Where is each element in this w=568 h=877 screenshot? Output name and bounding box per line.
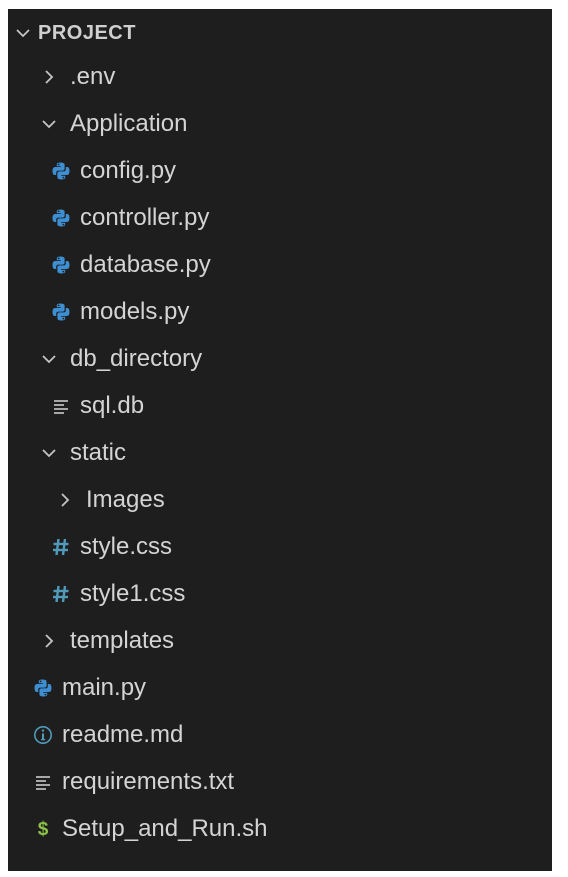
hash-icon bbox=[50, 574, 72, 614]
python-icon bbox=[50, 292, 72, 332]
chevron-down-icon[interactable] bbox=[38, 104, 60, 144]
python-icon bbox=[32, 668, 54, 708]
tree-item-label: readme.md bbox=[62, 721, 184, 748]
tree-file[interactable]: style.css bbox=[50, 527, 172, 567]
section-title: PROJECT bbox=[38, 21, 136, 44]
tree-item-label: style.css bbox=[80, 533, 173, 560]
lines-icon bbox=[32, 762, 54, 802]
tree-file[interactable]: models.py bbox=[50, 292, 189, 332]
tree-item-label: Application bbox=[70, 110, 188, 137]
chevron-right-icon[interactable] bbox=[38, 621, 60, 661]
tree-item-label: requirements.txt bbox=[62, 768, 235, 795]
chevron-right-icon[interactable] bbox=[54, 480, 76, 520]
tree-item-label: templates bbox=[70, 627, 175, 654]
tree-file[interactable]: controller.py bbox=[50, 198, 209, 238]
tree-item-label: sql.db bbox=[80, 392, 145, 419]
svg-text:$: $ bbox=[38, 819, 49, 840]
tree-file[interactable]: main.py bbox=[32, 668, 146, 708]
chevron-down-icon[interactable] bbox=[38, 339, 60, 379]
tree-folder[interactable]: Application bbox=[38, 104, 187, 144]
tree-folder[interactable]: static bbox=[38, 433, 126, 473]
tree-item-label: controller.py bbox=[80, 204, 210, 231]
tree-file[interactable]: database.py bbox=[50, 245, 211, 285]
tree-item-label: db_directory bbox=[70, 345, 203, 372]
tree-item-label: database.py bbox=[80, 251, 211, 278]
tree-folder[interactable]: db_directory bbox=[38, 339, 202, 379]
chevron-right-icon[interactable] bbox=[38, 57, 60, 97]
tree-item-label: models.py bbox=[80, 298, 190, 325]
section-header-project[interactable]: PROJECT bbox=[8, 19, 136, 47]
hash-icon bbox=[50, 527, 72, 567]
lines-icon bbox=[50, 386, 72, 426]
info-icon bbox=[32, 715, 54, 755]
tree-item-label: .env bbox=[70, 63, 116, 90]
tree-item-label: style1.css bbox=[80, 580, 186, 607]
explorer-panel: PROJECT .env Application config.py contro… bbox=[8, 9, 552, 871]
tree-file[interactable]: sql.db bbox=[50, 386, 144, 426]
tree-file[interactable]: config.py bbox=[50, 151, 176, 191]
tree-item-label: Images bbox=[86, 486, 165, 513]
tree-item-label: Setup_and_Run.sh bbox=[62, 815, 268, 842]
tree-item-label: static bbox=[70, 439, 127, 466]
tree-folder[interactable]: Images bbox=[54, 480, 165, 520]
tree-folder[interactable]: templates bbox=[38, 621, 174, 661]
tree-file[interactable]: style1.css bbox=[50, 574, 185, 614]
python-icon bbox=[50, 151, 72, 191]
tree-item-label: config.py bbox=[80, 157, 177, 184]
chevron-down-icon[interactable] bbox=[38, 433, 60, 473]
tree-folder[interactable]: .env bbox=[38, 57, 115, 97]
python-icon bbox=[50, 245, 72, 285]
python-icon bbox=[50, 198, 72, 238]
tree-item-label: main.py bbox=[62, 674, 147, 701]
chevron-down-icon[interactable] bbox=[8, 25, 38, 41]
dollar-icon: $ bbox=[32, 809, 54, 849]
tree-file[interactable]: readme.md bbox=[32, 715, 183, 755]
tree-file[interactable]: $ Setup_and_Run.sh bbox=[32, 809, 268, 849]
tree-file[interactable]: requirements.txt bbox=[32, 762, 234, 802]
